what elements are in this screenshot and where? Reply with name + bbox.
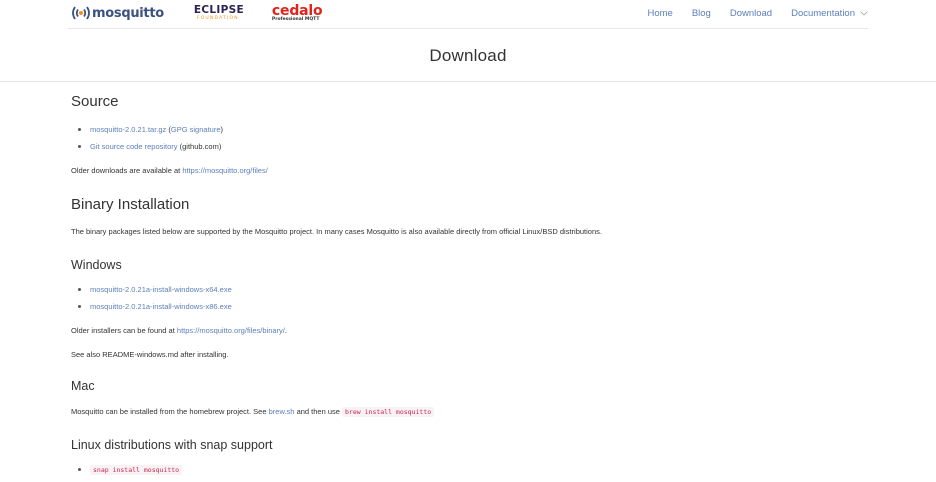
older-downloads-link[interactable]: https://mosquitto.org/files/ [182, 166, 267, 175]
nav-home[interactable]: Home [647, 8, 672, 19]
windows-heading: Windows [71, 258, 122, 272]
mosquitto-logo-text: mosquitto [92, 5, 164, 21]
binary-text: The binary packages listed below are sup… [71, 227, 602, 236]
logo-group: mosquitto ECLIPSE FOUNDATION cedalo Prof… [71, 3, 323, 23]
nav-documentation[interactable]: Documentation [791, 8, 868, 19]
linux-heading: Linux distributions with snap support [71, 438, 273, 452]
page-header: Download [0, 29, 936, 82]
source-older-text: Older downloads are available at [71, 166, 181, 175]
mac-text-2: and then use [296, 407, 340, 416]
list-item: Git source code repository (github.com) [71, 142, 223, 159]
eclipse-logo-text: ECLIPSE [193, 4, 244, 17]
windows-older-paragraph: Older installers can be found at https:/… [71, 326, 287, 335]
mosquitto-logo[interactable]: mosquitto [71, 5, 164, 21]
source-heading: Source [71, 93, 119, 110]
git-note: (github.com) [179, 142, 222, 151]
top-navbar: mosquitto ECLIPSE FOUNDATION cedalo Prof… [68, 0, 868, 29]
nav-download[interactable]: Download [730, 8, 772, 19]
windows-x64-link[interactable]: mosquitto-2.0.21a-install-windows-x64.ex… [90, 285, 232, 294]
cedalo-logo[interactable]: cedalo Professional MQTT [271, 3, 323, 23]
git-repo-link[interactable]: Git source code repository [90, 142, 178, 151]
list-item: mosquitto-2.0.21.tar.gz (GPG signature) [71, 125, 223, 142]
older-installers-link[interactable]: https://mosquitto.org/files/binary/ [177, 326, 285, 335]
nav-blog[interactable]: Blog [692, 8, 711, 19]
mac-paragraph: Mosquitto can be installed from the home… [71, 407, 435, 417]
cedalo-logo-subtext: Professional MQTT [271, 17, 320, 22]
windows-older-end: . [284, 326, 287, 335]
eclipse-logo-subtext: FOUNDATION [196, 15, 239, 21]
windows-list: mosquitto-2.0.21a-install-windows-x64.ex… [71, 285, 232, 319]
list-item: snap install mosquitto [71, 465, 183, 482]
mac-text: Mosquitto can be installed from the home… [71, 407, 267, 416]
snap-command: snap install mosquitto [90, 465, 183, 475]
list-item: mosquitto-2.0.21a-install-windows-x64.ex… [71, 285, 232, 302]
source-list: mosquitto-2.0.21.tar.gz (GPG signature) … [71, 125, 223, 159]
brew-command: brew install mosquitto [342, 407, 435, 417]
readme-windows-text: See also README-windows.md after install… [71, 350, 229, 359]
binary-heading: Binary Installation [71, 196, 190, 213]
list-item: mosquitto-2.0.21a-install-windows-x86.ex… [71, 302, 232, 319]
brew-link[interactable]: brew.sh [269, 407, 295, 416]
nav-documentation-label: Documentation [791, 8, 855, 19]
chevron-down-icon [860, 11, 868, 16]
cedalo-logo-text: cedalo [271, 3, 323, 19]
mosquitto-wave-icon [72, 6, 90, 20]
mac-heading: Mac [71, 379, 95, 393]
windows-older-text: Older installers can be found at [71, 326, 175, 335]
windows-x86-link[interactable]: mosquitto-2.0.21a-install-windows-x86.ex… [90, 302, 232, 311]
eclipse-logo[interactable]: ECLIPSE FOUNDATION [194, 5, 244, 21]
page-title: Download [429, 46, 507, 65]
source-older-paragraph: Older downloads are available at https:/… [71, 166, 268, 175]
nav-menu: Home Blog Download Documentation [628, 8, 868, 19]
gpg-close-paren: ) [220, 125, 224, 134]
tarball-link[interactable]: mosquitto-2.0.21.tar.gz [90, 125, 166, 134]
linux-list: snap install mosquitto [71, 465, 183, 482]
gpg-signature-link[interactable]: GPG signature [171, 125, 221, 134]
